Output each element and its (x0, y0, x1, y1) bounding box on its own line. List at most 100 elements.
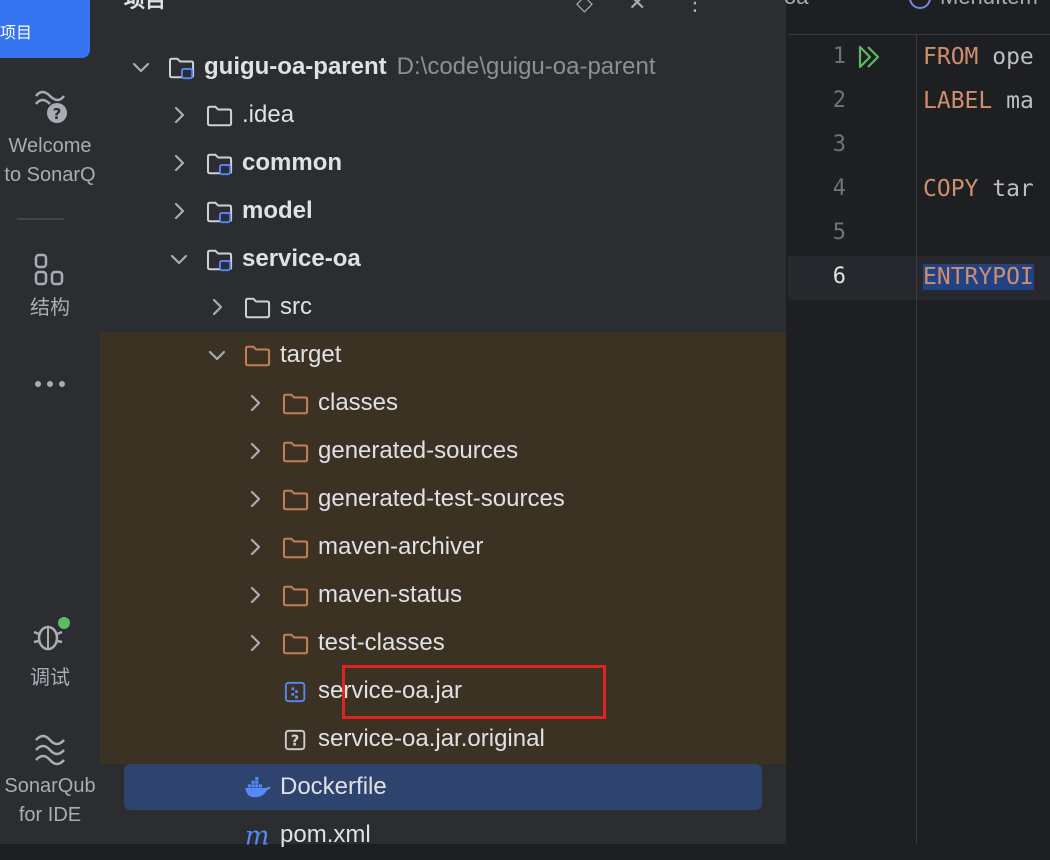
tree-row-label: maven-archiver (318, 533, 484, 560)
activity-item-sonarqube[interactable]: SonarQub for IDE (0, 730, 100, 830)
tree-row[interactable]: common (100, 140, 786, 188)
chevron-right-icon[interactable] (244, 584, 266, 606)
svg-text:?: ? (291, 733, 300, 750)
chevron-down-icon[interactable] (130, 56, 152, 78)
tree-row[interactable]: m pom.xml (100, 812, 786, 860)
code-line: 1 FROM ope (788, 36, 1050, 80)
tree-row[interactable]: service-oa.jar (100, 668, 786, 716)
tree-row[interactable]: maven-archiver (100, 524, 786, 572)
activity-item-sonarqube-label: SonarQub for IDE (4, 775, 96, 826)
line-number: 5 (832, 220, 846, 245)
options-icon[interactable]: ⋮ (684, 0, 706, 16)
tree-row[interactable]: generated-sources (100, 428, 786, 476)
editor-tab-2-label: MenuItem (940, 0, 1038, 9)
code-text: LABEL ma (923, 88, 1034, 114)
activity-item-project[interactable]: 项目 (0, 0, 90, 58)
svg-text:m: m (245, 824, 270, 848)
chevron-right-icon[interactable] (244, 440, 266, 462)
tree-row[interactable]: .idea (100, 92, 786, 140)
run-gutter-icon[interactable] (856, 44, 884, 70)
tree-row-label: pom.xml (280, 821, 371, 848)
line-number: 3 (832, 132, 846, 157)
maven-icon: m (245, 824, 270, 848)
editor-tab-bar: oa MenuItem (784, 0, 1050, 35)
tree-row-label: guigu-oa-parent D:\code\guigu-oa-parent (204, 53, 656, 80)
code-rest: ope (978, 44, 1034, 70)
code-keyword: LABEL (923, 88, 993, 114)
tree-row[interactable]: maven-status (100, 572, 786, 620)
panel-title: 项目 (124, 0, 166, 12)
activity-item-sonar-welcome-label: Welcome to SonarQ (4, 135, 96, 186)
editor-tab-1[interactable]: oa (784, 0, 808, 10)
line-number: 1 (832, 44, 846, 69)
unknown-file-icon: ? (284, 729, 306, 751)
tree-row[interactable]: guigu-oa-parent D:\code\guigu-oa-parent (100, 44, 786, 92)
tree-row[interactable]: ? service-oa.jar.original (100, 716, 786, 764)
tree-row-label: common (242, 149, 343, 176)
activity-item-project-label: 项目 (0, 25, 33, 42)
line-number: 6 (832, 264, 846, 289)
class-icon (909, 0, 931, 10)
sonarqube-icon (35, 734, 65, 766)
code-keyword: FROM (923, 44, 979, 70)
code-line: 4 COPY tar (788, 168, 1050, 212)
chevron-right-icon[interactable] (244, 488, 266, 510)
line-number: 4 (832, 176, 846, 201)
chevron-right-icon[interactable] (244, 392, 266, 414)
close-icon[interactable]: ✕ (628, 0, 646, 16)
tree-row[interactable]: service-oa (100, 236, 786, 284)
tree-row-label: classes (318, 389, 399, 416)
tree-row[interactable]: Dockerfile (100, 764, 786, 812)
debug-bug-icon (33, 617, 70, 651)
activity-item-structure[interactable]: 结构 (0, 252, 100, 323)
tree-row-label: service-oa (242, 245, 361, 272)
tree-row[interactable]: generated-test-sources (100, 476, 786, 524)
code-rest: ma (992, 88, 1034, 114)
excluded-folder-icon (282, 633, 309, 655)
chevron-right-icon[interactable] (168, 152, 190, 174)
tree-row[interactable]: classes (100, 380, 786, 428)
locate-icon[interactable]: ◇ (576, 0, 593, 16)
tree-row[interactable]: test-classes (100, 620, 786, 668)
code-line: 3 (788, 124, 1050, 168)
code-line: 2 LABEL ma (788, 80, 1050, 124)
excluded-folder-icon (244, 345, 271, 367)
excluded-folder-icon (282, 393, 309, 415)
activity-bar: 项目 ? Welcome to SonarQ 结构 调试 SonarQub fo… (0, 0, 100, 844)
editor-tab-2[interactable]: MenuItem (908, 0, 1038, 10)
excluded-folder-icon (282, 537, 309, 559)
chevron-right-icon[interactable] (244, 536, 266, 558)
chevron-down-icon[interactable] (206, 344, 228, 366)
tree-row-label: model (242, 197, 313, 224)
structure-icon (34, 253, 64, 286)
tree-row[interactable]: src (100, 284, 786, 332)
module-folder-icon (206, 201, 233, 224)
jar-icon (284, 681, 306, 703)
tree-row-label: target (280, 341, 342, 368)
tree-row[interactable]: model (100, 188, 786, 236)
code-keyword: ENTRYPOI (923, 264, 1034, 290)
more-icon (35, 381, 65, 387)
chevron-right-icon[interactable] (244, 632, 266, 654)
activity-item-debug[interactable]: 调试 (0, 614, 100, 693)
activity-item-debug-label: 调试 (30, 667, 70, 689)
module-folder-icon (168, 57, 195, 80)
tree-row-label: service-oa.jar (318, 677, 463, 704)
module-folder-icon (206, 249, 233, 272)
activity-separator (17, 218, 64, 220)
folder-icon (206, 105, 233, 127)
chevron-right-icon[interactable] (206, 296, 228, 318)
editor: oa MenuItem 1 FROM ope 2 LABEL ma 3 4 COPY tar… (784, 0, 1050, 844)
code-keyword: COPY (923, 176, 979, 202)
tree-row[interactable]: target (100, 332, 786, 380)
tree-row-path: D:\code\guigu-oa-parent (396, 53, 656, 80)
tree-row-label: generated-sources (318, 437, 519, 464)
project-panel: 项目 ◇ ✕ ⋮ guigu-oa-parent D:\code\guigu-oa… (100, 0, 786, 848)
activity-item-more[interactable] (0, 372, 100, 402)
line-number: 2 (832, 88, 846, 113)
chevron-right-icon[interactable] (168, 104, 190, 126)
activity-item-sonar-welcome[interactable]: ? Welcome to SonarQ (0, 84, 100, 190)
chevron-right-icon[interactable] (168, 200, 190, 222)
chevron-down-icon[interactable] (168, 248, 190, 270)
code-rest: tar (978, 176, 1034, 202)
